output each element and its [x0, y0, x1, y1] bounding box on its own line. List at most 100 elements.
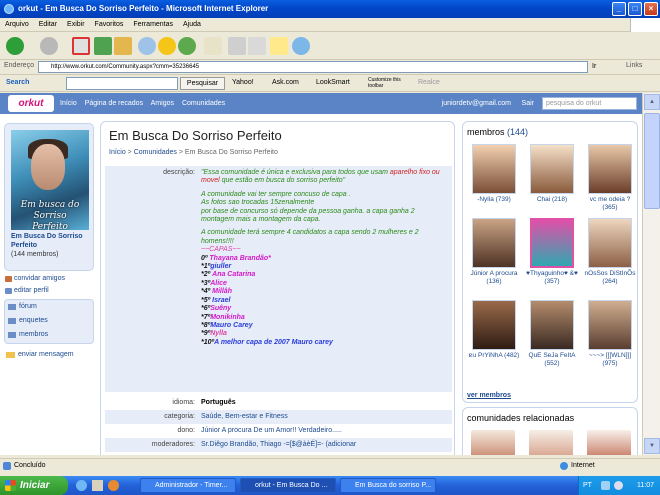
member-tile[interactable]: nOsSos DiStInÕs (264) [583, 218, 637, 285]
search-icon[interactable] [138, 37, 156, 55]
quicklaunch-desktop-icon[interactable] [92, 480, 103, 491]
member-name[interactable]: ~~~> [[[WLN]]] (975) [583, 352, 637, 367]
home-icon[interactable] [114, 37, 132, 55]
language-indicator[interactable]: PT [583, 476, 592, 495]
nav-recados[interactable]: Página de recados [85, 100, 143, 107]
orkut-logo[interactable]: orkut [8, 95, 54, 112]
msn-search-input[interactable] [66, 77, 178, 90]
related-community-thumb[interactable] [587, 430, 631, 455]
refresh-icon[interactable] [94, 37, 112, 55]
scroll-down-arrow[interactable]: ▼ [644, 438, 660, 454]
nav-amigos[interactable]: Amigos [151, 100, 174, 107]
community-name[interactable]: Em Busca Do Sorriso Perfeito [11, 232, 91, 250]
nav-comunidades[interactable]: Comunidades [182, 100, 225, 107]
related-community-thumb[interactable] [471, 430, 515, 455]
forward-icon[interactable] [40, 37, 58, 55]
member-photo[interactable] [472, 218, 516, 268]
member-tile[interactable]: vc me odeia ? (365) [583, 144, 637, 211]
task-orkut[interactable]: orkut - Em Busca Do ... [240, 478, 336, 493]
member-name[interactable]: nOsSos DiStInÕs (264) [583, 270, 637, 285]
community-photo[interactable]: Em busca do Sorriso Perfeito [11, 130, 89, 230]
member-photo[interactable] [530, 144, 574, 194]
member-tile[interactable]: -Nylla (739) [467, 144, 521, 204]
related-community-thumb[interactable] [529, 430, 573, 455]
mail-icon[interactable] [204, 37, 222, 55]
go-button[interactable]: Ir [592, 61, 614, 73]
owner-link[interactable]: Júnior A procura De um Amor!! Verdadeiro… [201, 424, 449, 438]
orkut-search-input[interactable]: pesquisa do orkut [542, 97, 637, 110]
maximize-button[interactable]: □ [628, 2, 642, 16]
member-tile[interactable]: ~~~> [[[WLN]]] (975) [583, 300, 637, 367]
invite-friends-link[interactable]: convidar amigos [4, 273, 94, 285]
member-photo[interactable] [588, 218, 632, 268]
member-photo[interactable] [588, 300, 632, 350]
member-tile[interactable]: QuE SeJa FeItA (552) [525, 300, 579, 367]
member-photo[interactable] [472, 300, 516, 350]
history-icon[interactable] [178, 37, 196, 55]
menu-arquivo[interactable]: Arquivo [0, 18, 34, 32]
member-photo[interactable] [472, 144, 516, 194]
network-icon[interactable] [601, 481, 610, 490]
menu-editar[interactable]: Editar [34, 18, 62, 32]
menu-ajuda[interactable]: Ajuda [178, 18, 206, 32]
scroll-up-arrow[interactable]: ▲ [644, 94, 660, 110]
favorites-icon[interactable] [158, 37, 176, 55]
menu-exibir[interactable]: Exibir [62, 18, 90, 32]
member-name[interactable]: Chai (218) [525, 196, 579, 204]
member-photo[interactable] [530, 300, 574, 350]
msn-search-toolbar: Search Pesquisar Yahoo! Ask.com LookSmar… [0, 75, 660, 92]
category-link[interactable]: Saúde, Bem-estar e Fitness [201, 410, 449, 424]
start-button[interactable]: Iniciar [0, 476, 68, 495]
edit-icon[interactable] [248, 37, 266, 55]
send-message-link[interactable]: enviar mensagem [6, 351, 74, 358]
minimize-button[interactable]: _ [612, 2, 626, 16]
edit-profile-link[interactable]: editar perfil [4, 285, 94, 297]
menu-polls[interactable]: enquetes [5, 314, 93, 328]
menu-ferramentas[interactable]: Ferramentas [128, 18, 178, 32]
messenger-icon[interactable] [292, 37, 310, 55]
customize-toolbar-link[interactable]: Customize this toolbar [368, 77, 402, 89]
member-tile[interactable]: Chai (218) [525, 144, 579, 204]
quicklaunch-ie-icon[interactable] [76, 480, 87, 491]
member-name[interactable]: Júnior A procura (136) [467, 270, 521, 285]
breadcrumb-comunidades[interactable]: Comunidades [134, 149, 177, 156]
member-tile[interactable]: ɐıɹ PrYiNhA (482) [467, 300, 521, 360]
members-count[interactable]: (144) [507, 127, 528, 137]
menu-members[interactable]: membros [5, 328, 93, 342]
member-photo[interactable] [588, 144, 632, 194]
member-photo[interactable] [530, 218, 574, 268]
member-name[interactable]: QuE SeJa FeItA (552) [525, 352, 579, 367]
member-tile[interactable]: ♥Thyaguinho♥ &♥ (357) [525, 218, 579, 285]
see-all-members-link[interactable]: ver membros [467, 392, 511, 399]
address-input[interactable]: http://www.orkut.com/Community.aspx?cmm=… [38, 61, 588, 73]
close-button[interactable]: × [644, 2, 658, 16]
task-photo[interactable]: Em Busca do sorriso P... [340, 478, 436, 493]
back-icon[interactable] [6, 37, 24, 55]
member-tile[interactable]: Júnior A procura (136) [467, 218, 521, 285]
member-name[interactable]: -Nylla (739) [467, 196, 521, 204]
member-name[interactable]: vc me odeia ? (365) [583, 196, 637, 211]
moderators-link[interactable]: Sr.Diêgo Brandão, Thiago -=[$@àèÉ]=- (ad… [201, 438, 449, 452]
print-icon[interactable] [228, 37, 246, 55]
scroll-thumb[interactable] [644, 113, 660, 209]
quicklaunch-media-icon[interactable] [108, 480, 119, 491]
task-timer[interactable]: Administrador - Timer... [140, 478, 236, 493]
nav-inicio[interactable]: Início [60, 100, 77, 107]
realce-button[interactable]: Realce [418, 79, 440, 86]
menu-favoritos[interactable]: Favoritos [90, 18, 129, 32]
links-button[interactable]: Links [626, 62, 642, 69]
yahoo-link[interactable]: Yahoo! [232, 79, 254, 86]
menu-forum[interactable]: fórum [5, 300, 93, 314]
discuss-icon[interactable] [270, 37, 288, 55]
msn-search-button[interactable]: Pesquisar [180, 77, 225, 90]
ask-link[interactable]: Ask.com [272, 79, 299, 86]
member-name[interactable]: ♥Thyaguinho♥ &♥ (357) [525, 270, 579, 285]
vertical-scrollbar[interactable]: ▲ ▼ [642, 93, 660, 455]
breadcrumb-inicio[interactable]: Início [109, 149, 126, 156]
capa-number: *6º [201, 305, 211, 313]
logout-link[interactable]: Sair [522, 93, 534, 114]
volume-icon[interactable] [614, 481, 623, 490]
looksmart-link[interactable]: LookSmart [316, 79, 350, 86]
member-name[interactable]: ɐıɹ PrYiNhA (482) [467, 352, 521, 360]
stop-icon[interactable] [72, 37, 90, 55]
